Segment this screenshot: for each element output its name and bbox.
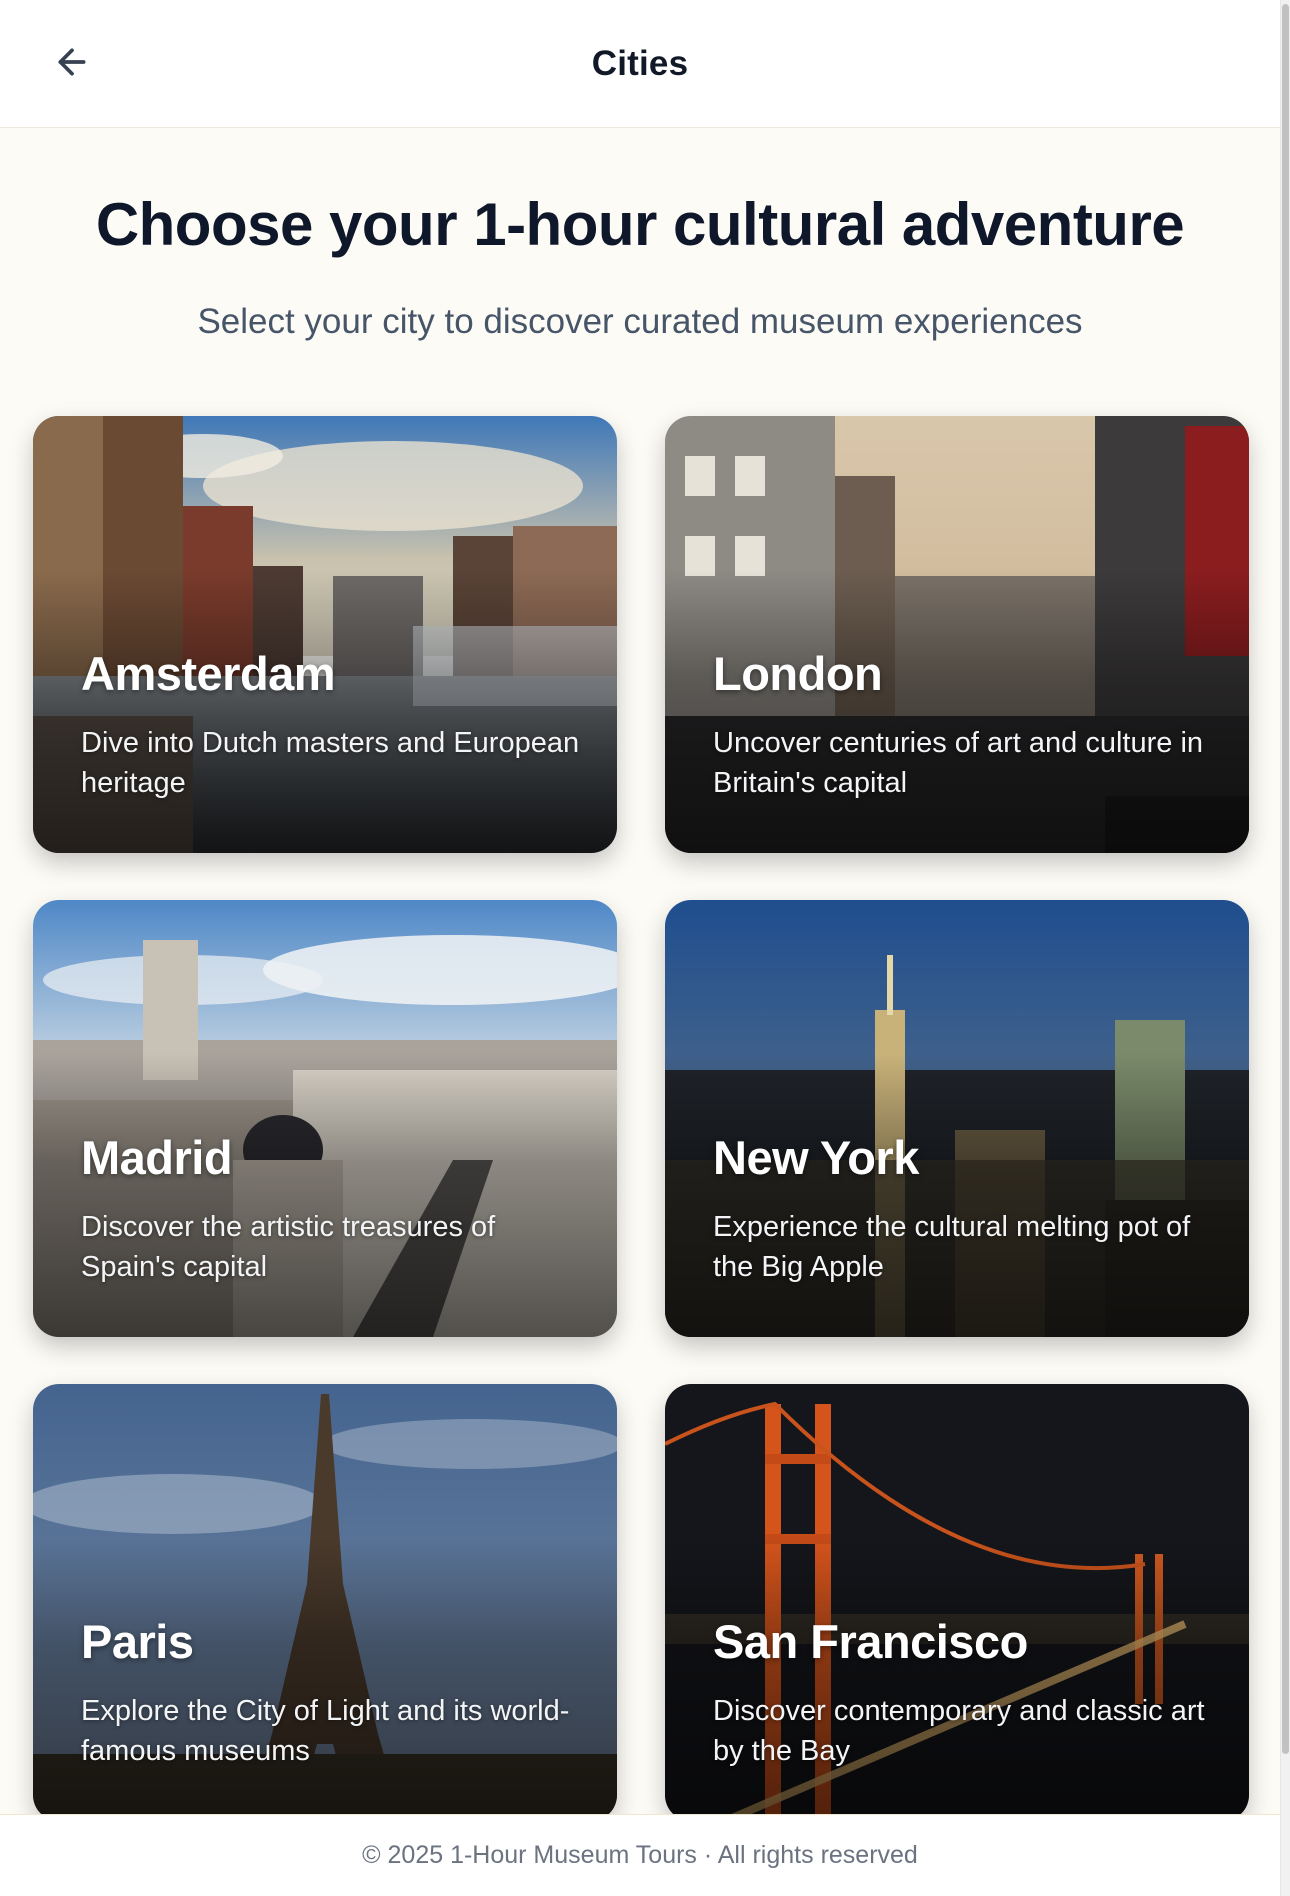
hero-subtitle: Select your city to discover curated mus… [197,302,1083,341]
city-card-madrid[interactable]: Madrid Discover the artistic treasures o… [33,900,617,1337]
city-description: Discover contemporary and classic art by… [713,1695,1205,1767]
city-name: San Francisco [713,1615,1028,1668]
city-name: Madrid [81,1131,233,1184]
card-text: New York Experience the cultural melting… [713,1130,1213,1287]
city-description: Explore the City of Light and its world-… [81,1695,570,1767]
arrow-left-icon [52,42,92,87]
footer: © 2025 1-Hour Museum Tours · All rights … [0,1814,1280,1896]
city-name: Paris [81,1615,194,1668]
city-description: Uncover centuries of art and culture in … [713,727,1204,799]
city-card-amsterdam[interactable]: Amsterdam Dive into Dutch masters and Eu… [33,416,617,853]
city-description: Discover the artistic treasures of Spain… [81,1211,496,1283]
city-name: London [713,647,883,700]
city-name: New York [713,1131,919,1184]
card-text: San Francisco Discover contemporary and … [713,1614,1213,1771]
page: Cities Choose your 1-hour cultural adven… [0,0,1290,1896]
city-card-new-york[interactable]: New York Experience the cultural melting… [665,900,1249,1337]
card-text: Amsterdam Dive into Dutch masters and Eu… [81,646,581,803]
city-description: Dive into Dutch masters and European her… [81,727,580,799]
city-name: Amsterdam [81,647,336,700]
scrollbar-thumb[interactable] [1282,4,1289,1754]
top-bar: Cities [0,0,1280,128]
page-title: Cities [591,43,689,83]
city-description: Experience the cultural melting pot of t… [713,1211,1191,1283]
footer-copyright: © 2025 1-Hour Museum Tours · All rights … [362,1841,918,1869]
back-button[interactable] [40,36,104,92]
city-card-london[interactable]: London Uncover centuries of art and cult… [665,416,1249,853]
card-text: Paris Explore the City of Light and its … [81,1614,581,1771]
city-card-paris[interactable]: Paris Explore the City of Light and its … [33,1384,617,1821]
card-text: London Uncover centuries of art and cult… [713,646,1213,803]
city-card-san-francisco[interactable]: San Francisco Discover contemporary and … [665,1384,1249,1821]
hero-title: Choose your 1-hour cultural adventure [95,191,1185,258]
card-text: Madrid Discover the artistic treasures o… [81,1130,581,1287]
